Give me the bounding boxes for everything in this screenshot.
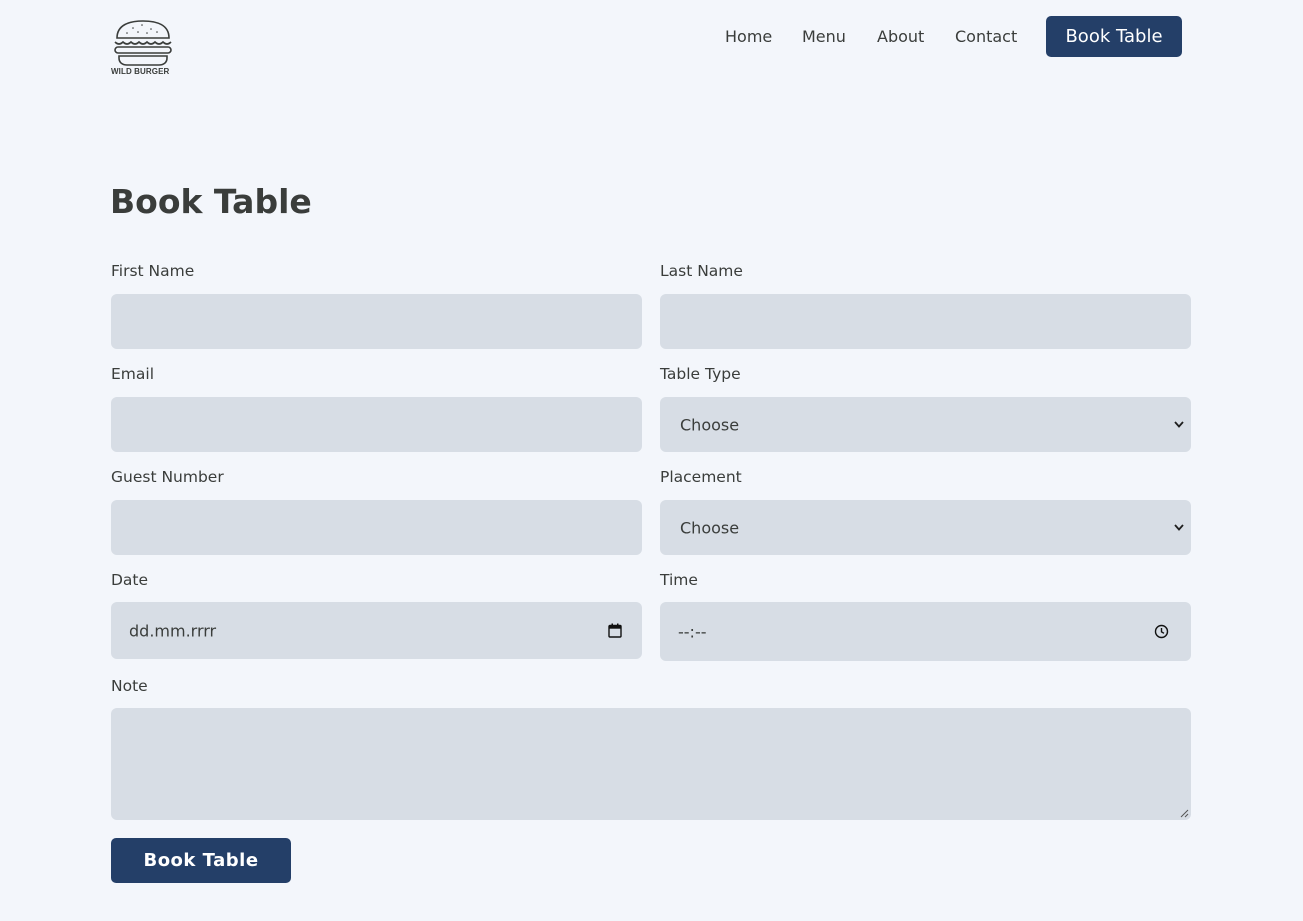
site-header: WILD BURGER Home Menu About Contact Book… — [0, 0, 1303, 90]
time-label: Time — [660, 571, 698, 589]
placement-select[interactable]: Choose — [660, 500, 1191, 555]
guest-number-input[interactable] — [111, 500, 642, 555]
clock-icon[interactable] — [1154, 624, 1169, 639]
guest-number-label: Guest Number — [111, 468, 224, 486]
submit-book-table-button[interactable]: Book Table — [111, 838, 291, 883]
last-name-input[interactable] — [660, 294, 1191, 349]
email-label: Email — [111, 365, 155, 383]
first-name-input[interactable] — [111, 294, 642, 349]
nav-about-link[interactable]: About — [877, 27, 924, 46]
main-nav: Home Menu About Contact Book Table — [0, 16, 1303, 57]
time-placeholder: --:-- — [678, 622, 707, 641]
nav-home-link[interactable]: Home — [725, 27, 772, 46]
time-input[interactable]: --:-- — [660, 602, 1191, 661]
note-textarea[interactable] — [111, 708, 1191, 820]
nav-contact-link[interactable]: Contact — [955, 27, 1017, 46]
last-name-label: Last Name — [660, 262, 743, 280]
email-input[interactable] — [111, 397, 642, 452]
placement-label: Placement — [660, 468, 742, 486]
table-type-selected: Choose — [680, 415, 740, 434]
brand-name: WILD BURGER — [111, 67, 170, 76]
nav-menu-link[interactable]: Menu — [802, 27, 846, 46]
table-type-select[interactable]: Choose — [660, 397, 1191, 452]
page-title: Book Table — [110, 182, 312, 221]
placement-selected: Choose — [680, 518, 740, 537]
first-name-label: First Name — [111, 262, 195, 280]
chevron-down-icon — [1174, 524, 1184, 531]
table-type-label: Table Type — [660, 365, 741, 383]
date-input[interactable]: dd.mm.rrrr — [111, 602, 642, 659]
note-label: Note — [111, 677, 148, 695]
date-placeholder: dd.mm.rrrr — [129, 621, 217, 640]
calendar-icon[interactable] — [608, 623, 622, 638]
date-label: Date — [111, 571, 149, 589]
resize-handle-icon[interactable] — [1179, 808, 1189, 818]
nav-book-table-button[interactable]: Book Table — [1046, 16, 1182, 57]
chevron-down-icon — [1174, 421, 1184, 428]
